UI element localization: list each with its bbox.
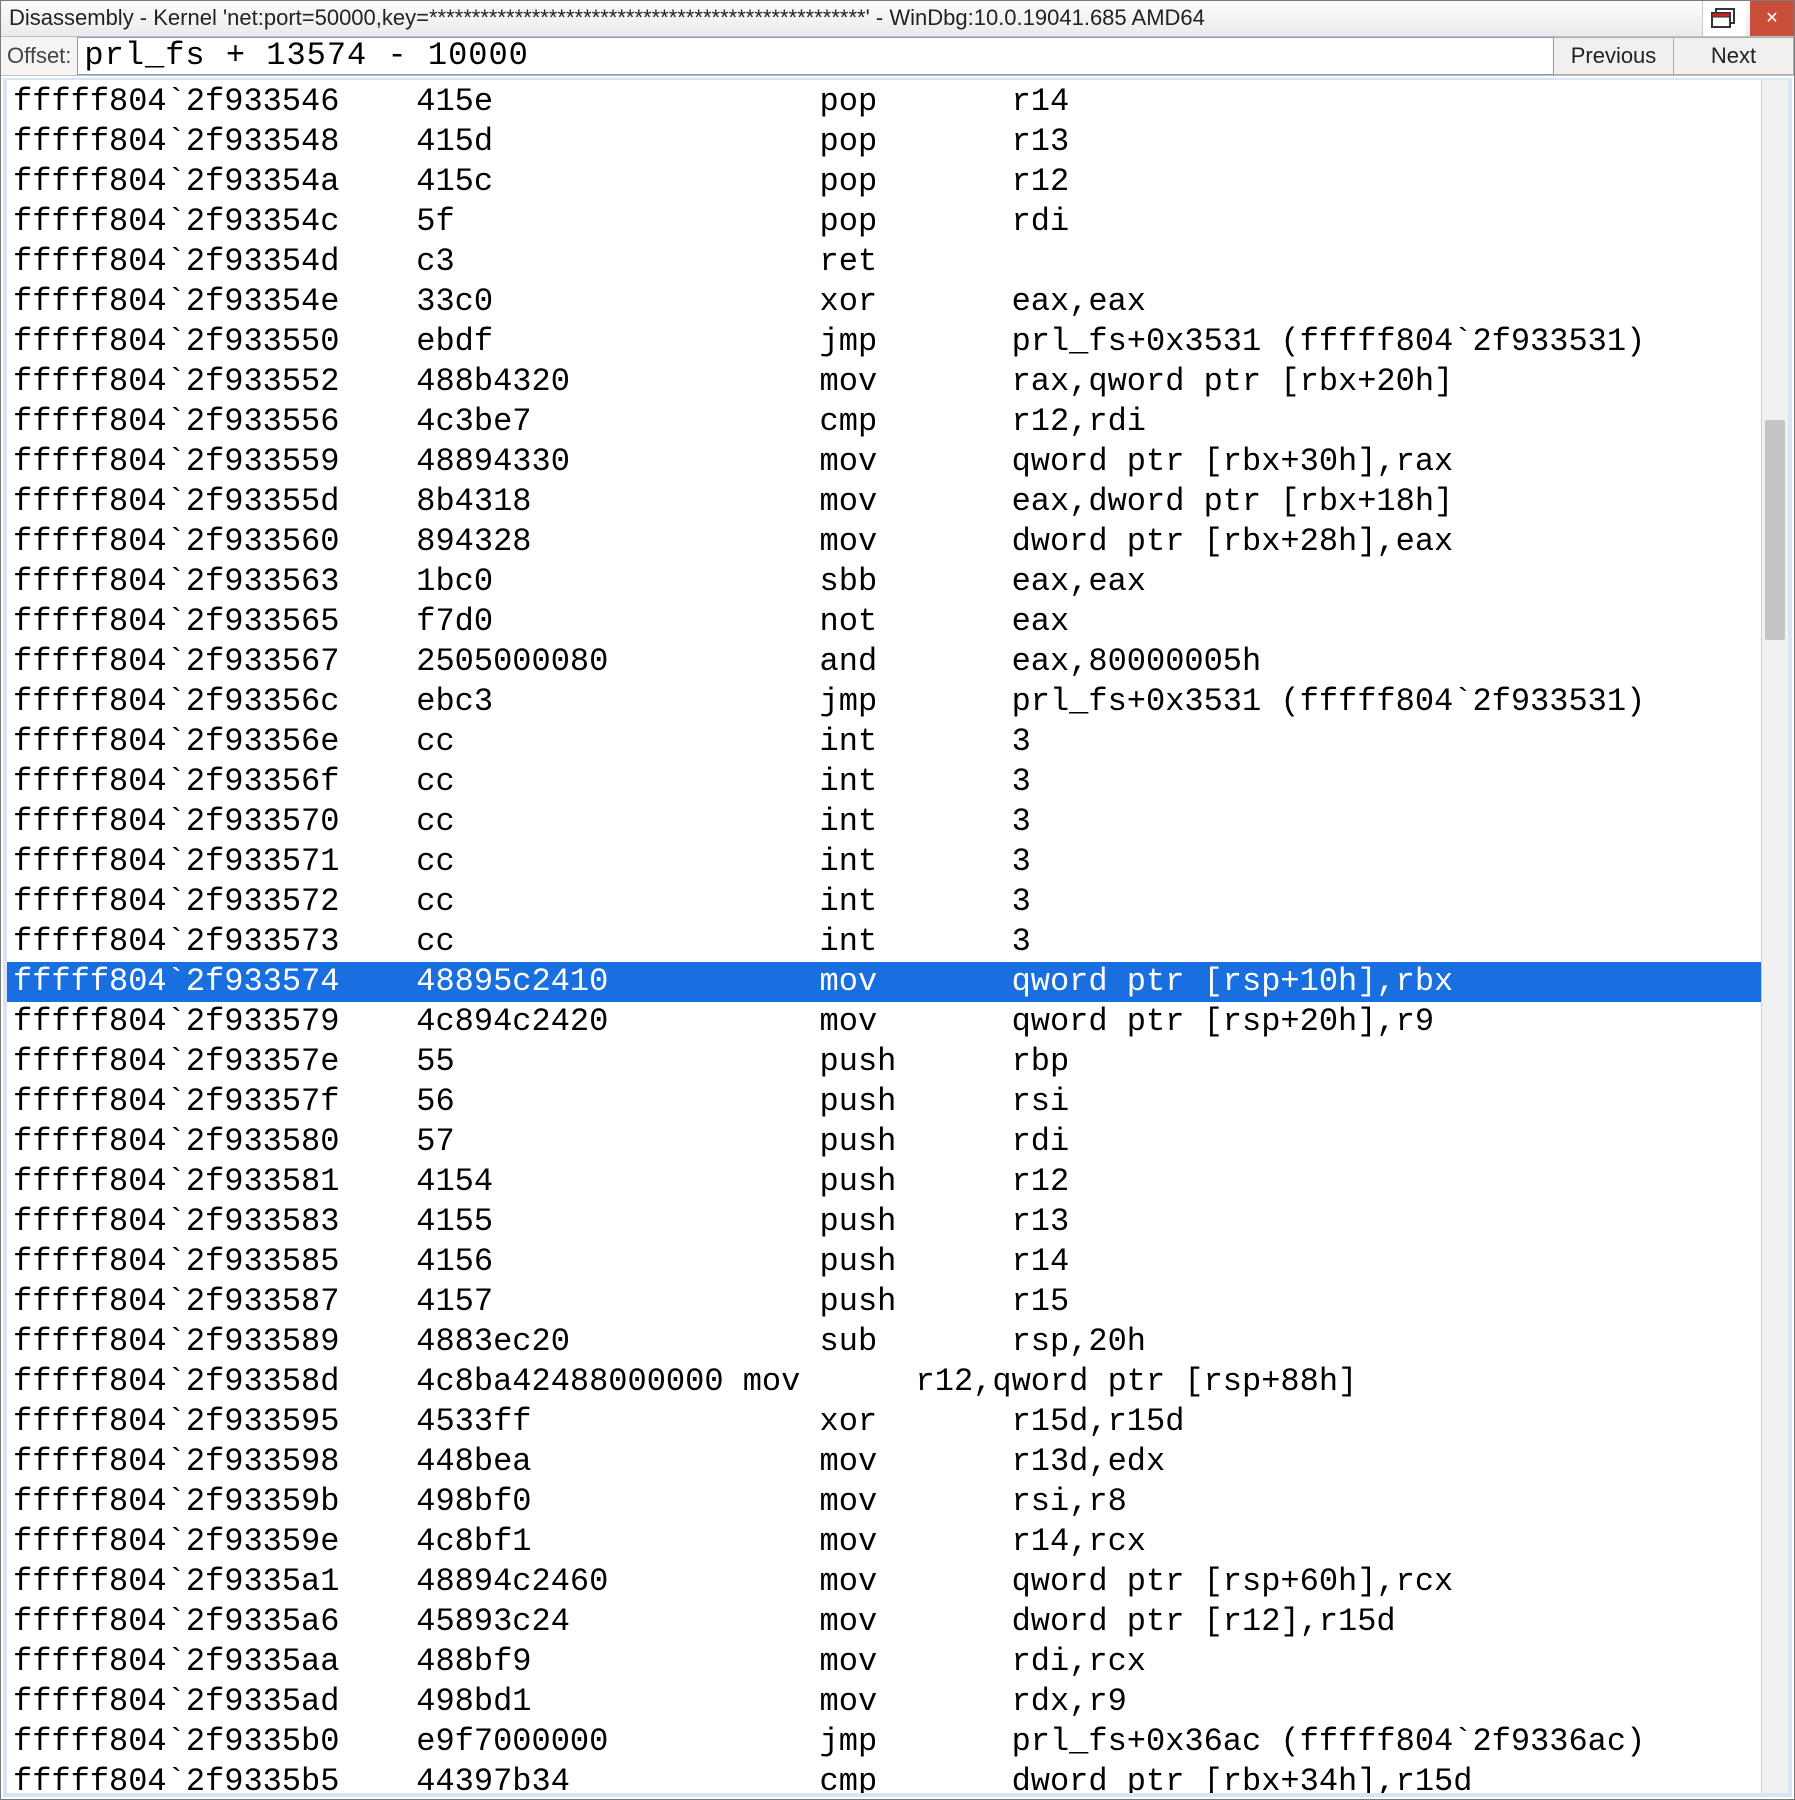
disasm-row[interactable]: fffff804`2f933583 4155 push r13 [13, 1202, 1782, 1242]
window: Disassembly - Kernel 'net:port=50000,key… [0, 0, 1795, 1800]
offset-input[interactable] [77, 37, 1554, 75]
disasm-row[interactable]: fffff804`2f93359b 498bf0 mov rsi,r8 [13, 1482, 1782, 1522]
disasm-row[interactable]: fffff804`2f933579 4c894c2420 mov qword p… [13, 1002, 1782, 1042]
disasm-row[interactable]: fffff804`2f933546 415e pop r14 [13, 82, 1782, 122]
disasm-row[interactable]: fffff804`2f933556 4c3be7 cmp r12,rdi [13, 402, 1782, 442]
disasm-row[interactable]: fffff804`2f93354a 415c pop r12 [13, 162, 1782, 202]
disasm-row[interactable]: fffff804`2f933548 415d pop r13 [13, 122, 1782, 162]
disasm-row[interactable]: fffff804`2f9335ad 498bd1 mov rdx,r9 [13, 1682, 1782, 1722]
title-bar: Disassembly - Kernel 'net:port=50000,key… [1, 1, 1794, 37]
disasm-row[interactable]: fffff804`2f93354c 5f pop rdi [13, 202, 1782, 242]
disasm-row[interactable]: fffff804`2f933572 cc int 3 [13, 882, 1782, 922]
disasm-row[interactable]: fffff804`2f93359e 4c8bf1 mov r14,rcx [13, 1522, 1782, 1562]
disasm-row[interactable]: fffff804`2f933580 57 push rdi [13, 1122, 1782, 1162]
previous-button[interactable]: Previous [1554, 37, 1674, 75]
disasm-row[interactable]: fffff804`2f933598 448bea mov r13d,edx [13, 1442, 1782, 1482]
next-button[interactable]: Next [1674, 37, 1794, 75]
disasm-row[interactable]: fffff804`2f93354e 33c0 xor eax,eax [13, 282, 1782, 322]
disasm-row[interactable]: fffff804`2f9335b0 e9f7000000 jmp prl_fs+… [13, 1722, 1782, 1762]
disasm-row[interactable]: fffff804`2f933595 4533ff xor r15d,r15d [13, 1402, 1782, 1442]
disasm-row[interactable]: fffff804`2f933563 1bc0 sbb eax,eax [13, 562, 1782, 602]
disasm-row[interactable]: fffff804`2f9335aa 488bf9 mov rdi,rcx [13, 1642, 1782, 1682]
disasm-row[interactable]: fffff804`2f93357e 55 push rbp [13, 1042, 1782, 1082]
window-title: Disassembly - Kernel 'net:port=50000,key… [9, 5, 1702, 31]
disasm-row[interactable]: fffff804`2f933552 488b4320 mov rax,qword… [13, 362, 1782, 402]
disasm-row[interactable]: fffff804`2f9335a6 45893c24 mov dword ptr… [13, 1602, 1782, 1642]
disasm-row[interactable]: fffff804`2f933559 48894330 mov qword ptr… [13, 442, 1782, 482]
scrollbar-thumb[interactable] [1765, 420, 1785, 640]
disasm-row[interactable]: fffff804`2f93355d 8b4318 mov eax,dword p… [13, 482, 1782, 522]
disassembly-lines[interactable]: fffff804`2f933546 415e pop r14fffff804`2… [7, 80, 1788, 1797]
disasm-row[interactable]: fffff804`2f933589 4883ec20 sub rsp,20h [13, 1322, 1782, 1362]
disasm-row[interactable]: fffff804`2f933560 894328 mov dword ptr [… [13, 522, 1782, 562]
restore-button[interactable] [1702, 1, 1746, 36]
disasm-row[interactable]: fffff804`2f933587 4157 push r15 [13, 1282, 1782, 1322]
toolbar: Offset: Previous Next [1, 37, 1794, 76]
disasm-row[interactable]: fffff804`2f933585 4156 push r14 [13, 1242, 1782, 1282]
disasm-row[interactable]: fffff804`2f933550 ebdf jmp prl_fs+0x3531… [13, 322, 1782, 362]
close-button[interactable]: ✕ [1750, 1, 1794, 36]
disasm-row[interactable]: fffff804`2f93356e cc int 3 [13, 722, 1782, 762]
offset-label: Offset: [7, 43, 71, 69]
disasm-row[interactable]: fffff804`2f9335a1 48894c2460 mov qword p… [13, 1562, 1782, 1602]
disassembly-panel: fffff804`2f933546 415e pop r14fffff804`2… [3, 78, 1792, 1797]
disasm-row[interactable]: fffff804`2f933567 2505000080 and eax,800… [13, 642, 1782, 682]
disasm-row[interactable]: fffff804`2f933574 48895c2410 mov qword p… [7, 962, 1788, 1002]
disasm-row[interactable]: fffff804`2f93356f cc int 3 [13, 762, 1782, 802]
disasm-row[interactable]: fffff804`2f933565 f7d0 not eax [13, 602, 1782, 642]
disasm-row[interactable]: fffff804`2f93356c ebc3 jmp prl_fs+0x3531… [13, 682, 1782, 722]
disasm-row[interactable]: fffff804`2f93358d 4c8ba42488000000 mov r… [13, 1362, 1782, 1402]
disasm-row[interactable]: fffff804`2f93354d c3 ret [13, 242, 1782, 282]
disasm-row[interactable]: fffff804`2f93357f 56 push rsi [13, 1082, 1782, 1122]
disasm-row[interactable]: fffff804`2f933573 cc int 3 [13, 922, 1782, 962]
disasm-row[interactable]: fffff804`2f9335b5 44397b34 cmp dword ptr… [13, 1762, 1782, 1797]
disasm-row[interactable]: fffff804`2f933571 cc int 3 [13, 842, 1782, 882]
scrollbar[interactable] [1761, 80, 1788, 1793]
disasm-row[interactable]: fffff804`2f933581 4154 push r12 [13, 1162, 1782, 1202]
disasm-row[interactable]: fffff804`2f933570 cc int 3 [13, 802, 1782, 842]
